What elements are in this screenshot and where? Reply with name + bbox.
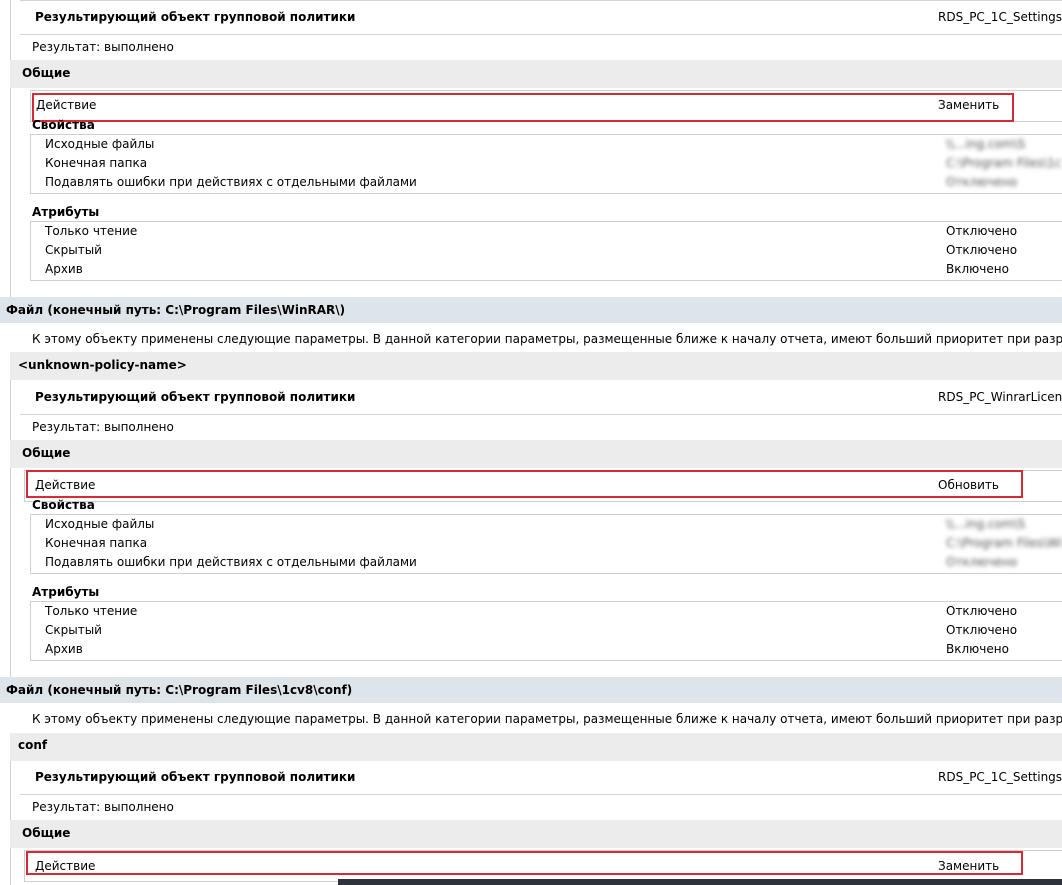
- hidden-label: Скрытый: [45, 243, 102, 257]
- general-band[interactable]: [10, 60, 1062, 88]
- source-files-label: Исходные файлы: [45, 137, 155, 151]
- rsop-label: Результирующий объект групповой политики: [35, 10, 356, 24]
- file-header[interactable]: Файл (конечный путь: C:\Program Files\1c…: [6, 683, 352, 697]
- taskbar-strip: [338, 879, 1062, 885]
- dest-folder-value: C:\Program Files\1cv: [946, 156, 1062, 170]
- archive-value: Включено: [946, 642, 1009, 656]
- general-band[interactable]: [10, 820, 1062, 848]
- dest-folder-label: Конечная папка: [45, 156, 148, 170]
- source-files-label: Исходные файлы: [45, 517, 155, 531]
- result-status: Результат: выполнено: [32, 420, 174, 434]
- general-band[interactable]: [10, 440, 1062, 468]
- read-only-value: Отключено: [946, 604, 1018, 618]
- result-status: Результат: выполнено: [32, 800, 174, 814]
- attributes-heading: Атрибуты: [32, 205, 100, 219]
- general-heading: Общие: [22, 826, 71, 840]
- rsop-label: Результирующий объект групповой политики: [35, 390, 356, 404]
- file-header[interactable]: Файл (конечный путь: C:\Program Files\Wi…: [6, 303, 345, 317]
- properties-heading: Свойства: [32, 118, 95, 132]
- action-highlight: [26, 470, 1023, 498]
- hidden-label: Скрытый: [45, 623, 102, 637]
- dest-folder-value: C:\Program Files\Wi: [946, 536, 1062, 550]
- hidden-value: Отключено: [946, 623, 1018, 637]
- divider: [20, 414, 1062, 415]
- read-only-label: Только чтение: [45, 604, 138, 618]
- policy-name: <unknown-policy-name>: [18, 358, 187, 372]
- action-highlight: [26, 851, 1023, 875]
- action-highlight: [32, 93, 1014, 122]
- file-description: К этому объекту применены следующие пара…: [32, 332, 1062, 346]
- attributes-table: [30, 601, 1062, 661]
- result-status: Результат: выполнено: [32, 40, 174, 54]
- archive-value: Включено: [946, 262, 1009, 276]
- dest-folder-label: Конечная папка: [45, 536, 148, 550]
- rsop-label: Результирующий объект групповой политики: [35, 770, 356, 784]
- read-only-label: Только чтение: [45, 224, 138, 238]
- read-only-value: Отключено: [946, 224, 1018, 238]
- general-heading: Общие: [22, 66, 71, 80]
- file-description: К этому объекту применены следующие пара…: [32, 712, 1062, 726]
- archive-label: Архив: [45, 642, 83, 656]
- source-files-value: \\...ing.com\S: [946, 517, 1026, 531]
- suppress-errors-value: Отключено: [946, 175, 1018, 189]
- divider: [20, 794, 1062, 795]
- attributes-heading: Атрибуты: [32, 585, 100, 599]
- section-left-border: [10, 352, 11, 677]
- divider: [20, 0, 1062, 1]
- gpo-name: RDS_PC_1C_Settings: [938, 770, 1062, 784]
- source-files-value: \\...ing.com\S: [946, 137, 1026, 151]
- policy-band[interactable]: [10, 733, 1062, 761]
- gpo-name: RDS_PC_WinrarLicens: [938, 390, 1062, 404]
- suppress-errors-label: Подавлять ошибки при действиях с отдельн…: [45, 555, 417, 569]
- policy-name: conf: [18, 738, 48, 752]
- divider: [20, 34, 1062, 35]
- archive-label: Архив: [45, 262, 83, 276]
- attributes-table: [30, 221, 1062, 281]
- section-left-border: [10, 0, 11, 297]
- properties-heading: Свойства: [32, 498, 95, 512]
- gpo-name: RDS_PC_1C_Settings: [938, 10, 1062, 24]
- general-heading: Общие: [22, 446, 71, 460]
- hidden-value: Отключено: [946, 243, 1018, 257]
- suppress-errors-value: Отключено: [946, 555, 1018, 569]
- suppress-errors-label: Подавлять ошибки при действиях с отдельн…: [45, 175, 417, 189]
